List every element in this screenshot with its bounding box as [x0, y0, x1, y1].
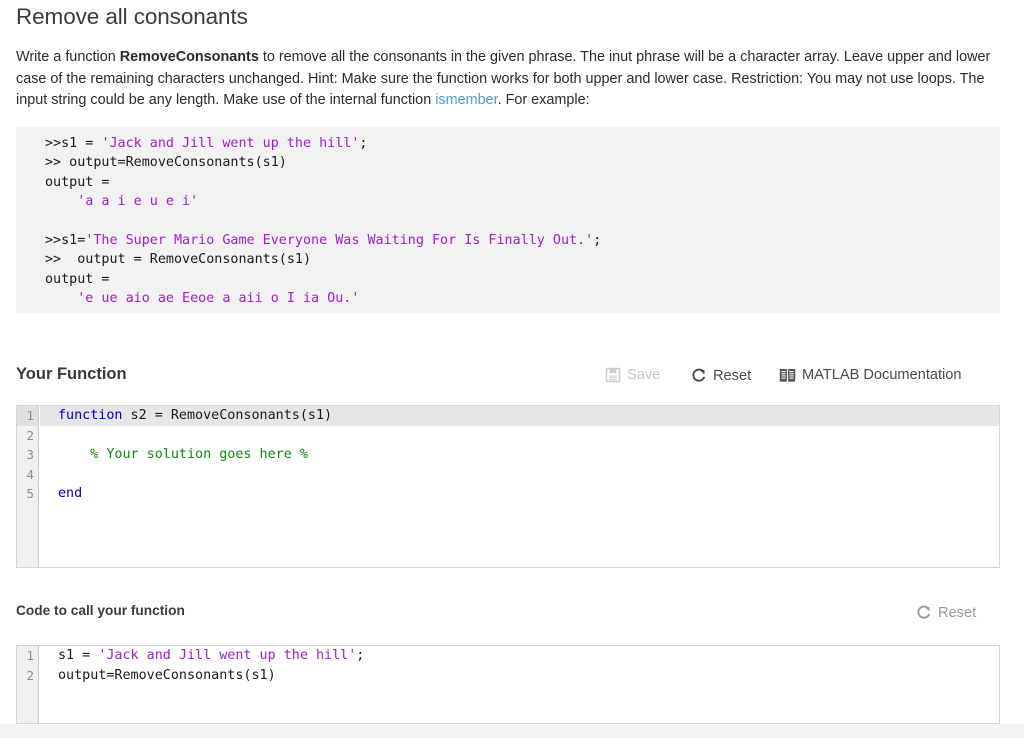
- code-token: 'Jack and Jill went up the hill': [98, 648, 356, 663]
- function-editor-gutter: 12345: [17, 406, 39, 567]
- code-line[interactable]: end: [40, 484, 999, 504]
- code-line[interactable]: % Your solution goes here %: [40, 445, 999, 465]
- code-token: output =: [45, 175, 110, 190]
- code-line[interactable]: [40, 426, 999, 446]
- code-line[interactable]: s1 = 'Jack and Jill went up the hill';: [40, 646, 999, 666]
- example-code-line: >>s1='The Super Mario Game Everyone Was …: [45, 231, 1000, 250]
- example-code-line: 'e ue aio ae Eeoe a aii o I ia Ou.': [45, 289, 1000, 308]
- line-number: 3: [17, 445, 38, 465]
- call-editor-code-area[interactable]: s1 = 'Jack and Jill went up the hill'; ou…: [40, 646, 999, 723]
- example-code-line: [45, 212, 1000, 231]
- code-token: >>s1=: [45, 233, 85, 248]
- description-text-1: Write a function: [16, 49, 120, 65]
- code-line[interactable]: [40, 465, 999, 485]
- code-line[interactable]: function s2 = RemoveConsonants(s1): [40, 406, 999, 426]
- example-code-line: >> output=RemoveConsonants(s1): [45, 153, 1000, 172]
- save-button-label: Save: [627, 367, 660, 383]
- line-number: 1: [17, 406, 38, 426]
- example-code-line: >>s1 = 'Jack and Jill went up the hill';: [45, 134, 1000, 153]
- code-token: s1 =: [58, 648, 98, 663]
- reset-call-button[interactable]: Reset: [915, 604, 976, 621]
- example-code-line: >> output = RemoveConsonants(s1): [45, 250, 1000, 269]
- page-bottom-strip: [0, 724, 1024, 738]
- code-token: s2 = RemoveConsonants(s1): [123, 408, 333, 423]
- example-code-line: output =: [45, 173, 1000, 192]
- problem-page: Remove all consonants Write a function R…: [0, 0, 1024, 738]
- code-token: output =: [45, 272, 110, 287]
- save-button[interactable]: Save: [605, 367, 660, 383]
- code-token: ;: [356, 648, 364, 663]
- line-number: 2: [17, 426, 38, 446]
- code-token: 'e ue aio ae Eeoe a aii o I ia Ou.': [77, 291, 359, 306]
- reset-refresh-icon: [690, 367, 707, 384]
- book-documentation-icon: [779, 368, 796, 383]
- code-token: >> output = RemoveConsonants(s1): [45, 252, 311, 267]
- code-token: % Your solution goes here %: [58, 447, 308, 462]
- call-function-code-editor[interactable]: 12 s1 = 'Jack and Jill went up the hill'…: [16, 645, 1000, 724]
- matlab-documentation-label: MATLAB Documentation: [802, 367, 962, 383]
- example-code-block: >>s1 = 'Jack and Jill went up the hill';…: [16, 127, 1000, 313]
- function-editor-code-area[interactable]: function s2 = RemoveConsonants(s1) % You…: [40, 406, 999, 567]
- code-token: 'a a i e u e i': [77, 194, 198, 209]
- line-number: 5: [17, 484, 38, 504]
- code-line[interactable]: output=RemoveConsonants(s1): [40, 666, 999, 686]
- line-number: 1: [17, 646, 38, 666]
- save-floppy-icon: [605, 367, 621, 383]
- example-code-line: 'a a i e u e i': [45, 192, 1000, 211]
- line-number: 4: [17, 465, 38, 485]
- call-editor-gutter: 12: [17, 646, 39, 723]
- code-token: 'The Super Mario Game Everyone Was Waiti…: [85, 233, 593, 248]
- reset-call-label: Reset: [938, 605, 976, 621]
- problem-description: Write a function RemoveConsonants to rem…: [16, 47, 994, 112]
- code-token: ;: [593, 233, 601, 248]
- reset-refresh-icon: [915, 604, 932, 621]
- ismember-doc-link[interactable]: ismember: [435, 92, 497, 108]
- call-function-header-row: Code to call your function Reset: [0, 603, 1024, 633]
- code-token: output=RemoveConsonants(s1): [58, 668, 276, 683]
- description-text-3: . For example:: [498, 92, 590, 108]
- code-token: [45, 194, 77, 209]
- description-function-name: RemoveConsonants: [120, 49, 259, 65]
- code-token: [45, 291, 77, 306]
- call-function-title: Code to call your function: [16, 603, 185, 618]
- reset-function-label: Reset: [713, 368, 751, 384]
- code-token: 'Jack and Jill went up the hill': [101, 136, 359, 151]
- reset-function-button[interactable]: Reset: [690, 367, 751, 384]
- your-function-header-row: Your Function Save Reset: [0, 365, 1024, 395]
- page-title: Remove all consonants: [16, 4, 248, 30]
- code-token: end: [58, 486, 82, 501]
- matlab-documentation-button[interactable]: MATLAB Documentation: [779, 367, 962, 383]
- your-function-title: Your Function: [16, 365, 127, 384]
- code-token: function: [58, 408, 123, 423]
- code-token: >>s1 =: [45, 136, 101, 151]
- example-code-line: output =: [45, 270, 1000, 289]
- line-number: 2: [17, 666, 38, 686]
- code-token: ;: [359, 136, 367, 151]
- your-function-code-editor[interactable]: 12345 function s2 = RemoveConsonants(s1)…: [16, 405, 1000, 568]
- code-token: >> output=RemoveConsonants(s1): [45, 155, 287, 170]
